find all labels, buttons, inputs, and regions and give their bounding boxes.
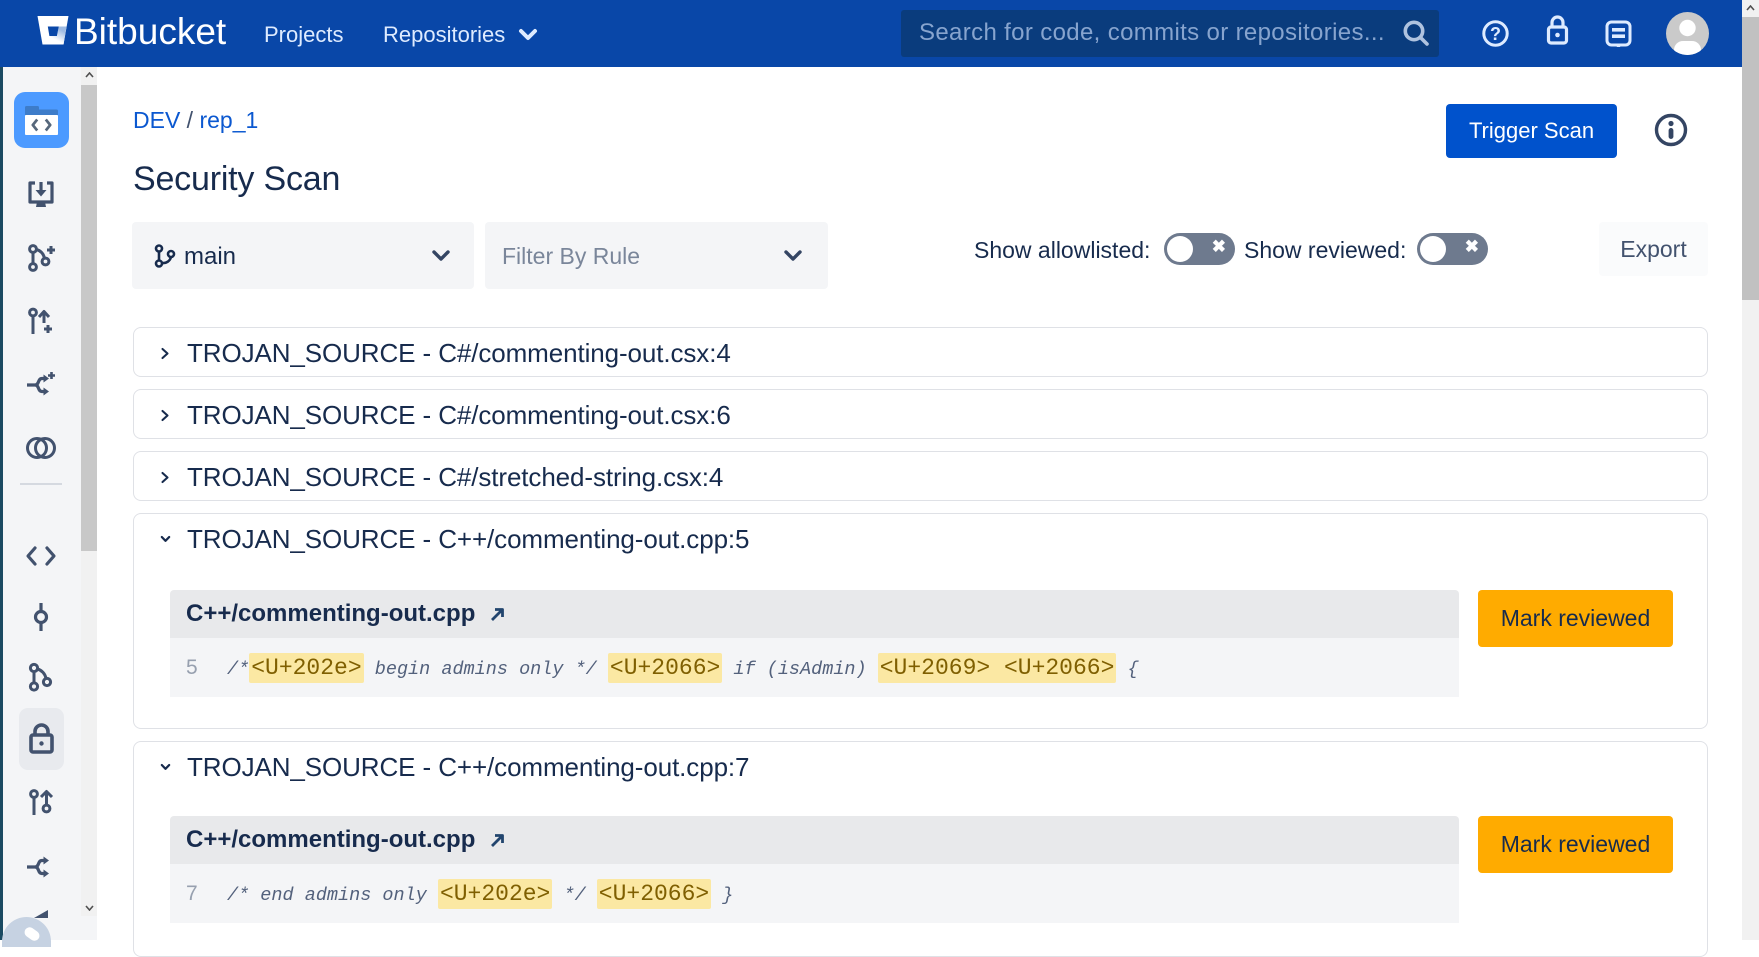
svg-text:?: ? bbox=[1490, 24, 1501, 44]
